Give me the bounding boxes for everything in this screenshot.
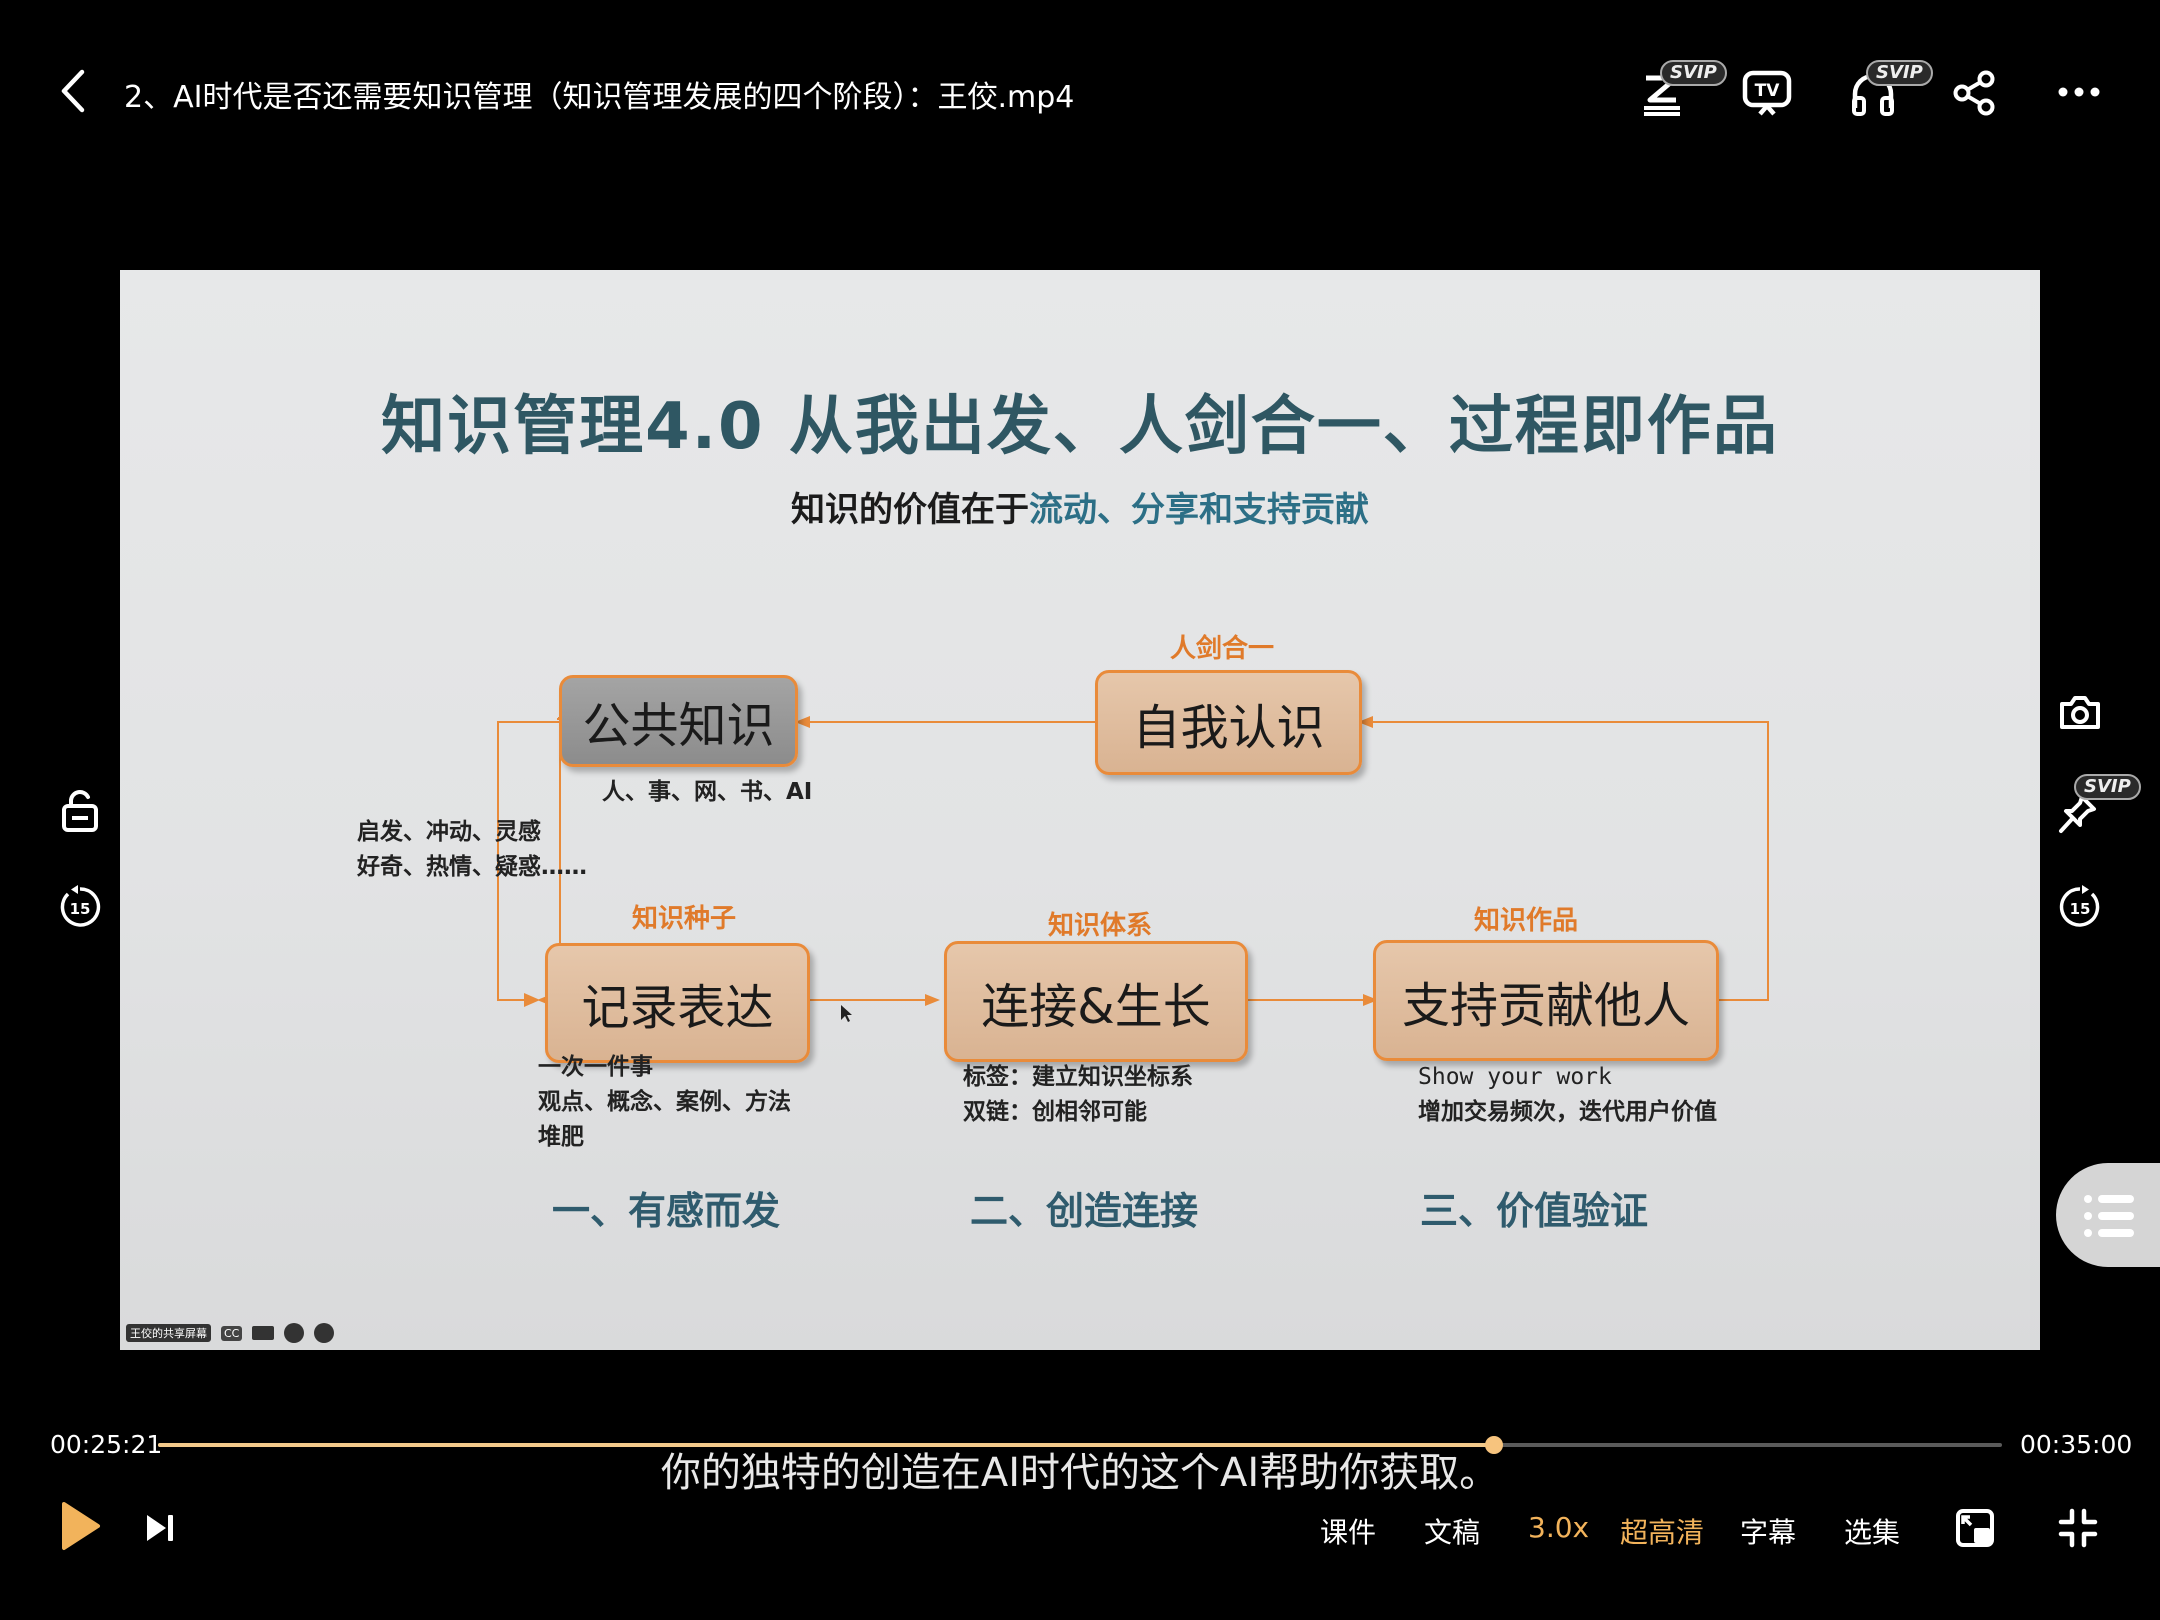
svip-badge: SVIP <box>1866 60 1933 86</box>
video-title: 2、AI时代是否还需要知识管理（知识管理发展的四个阶段）：王佼.mp4 <box>124 80 1075 115</box>
slide-subtitle: 知识的价值在于流动、分享和支持贡献 <box>120 482 2040 531</box>
list-icon <box>2084 1195 2134 1237</box>
stage-3: 三、价值验证 <box>1420 1189 1649 1233</box>
public-knowledge-box: 公共知识 <box>559 675 798 767</box>
svip-badge: SVIP <box>2074 774 2141 800</box>
play-icon[interactable] <box>58 1500 102 1552</box>
svg-text:TV: TV <box>1755 81 1781 101</box>
next-episode-icon[interactable] <box>144 1512 176 1544</box>
inspiration-note-1: 启发、冲动、灵感 <box>357 819 541 845</box>
svg-text:15: 15 <box>2070 900 2091 918</box>
lock-icon[interactable] <box>60 788 100 834</box>
stage-1: 一、有感而发 <box>552 1189 781 1233</box>
forward-15-icon[interactable]: 15 <box>2058 885 2102 929</box>
video-subtitle: 你的独特的创造在AI时代的这个AI帮助你获取。 <box>660 1450 1500 1496</box>
episodes-button[interactable]: 选集 <box>1844 1511 1900 1551</box>
speed-button[interactable]: 3.0x <box>1528 1511 1589 1544</box>
stage-2: 二、创造连接 <box>970 1189 1199 1233</box>
connect-note-1: 标签：建立知识坐标系 <box>963 1064 1193 1090</box>
tv-cast-icon[interactable]: TV <box>1742 68 1792 118</box>
inspiration-note-2: 好奇、热情、疑惑…… <box>357 854 587 880</box>
screenshot-camera-icon[interactable] <box>2058 692 2102 732</box>
support-note-1: Show your work <box>1418 1064 1612 1090</box>
connector-stub <box>498 721 560 723</box>
record-note-3: 堆肥 <box>538 1124 584 1150</box>
picture-in-picture-icon[interactable] <box>1955 1508 1995 1548</box>
more-icon[interactable] <box>2058 86 2100 98</box>
connect-note-2: 双链：创相邻可能 <box>963 1099 1147 1125</box>
share-icon[interactable] <box>1952 70 1998 116</box>
captions-button[interactable]: 字幕 <box>1740 1511 1796 1551</box>
quality-button[interactable]: 超高清 <box>1620 1511 1704 1551</box>
back-arrow-icon[interactable] <box>56 68 88 114</box>
playlist-toggle[interactable] <box>2056 1163 2160 1267</box>
record-express-box: 记录表达 <box>545 943 810 1063</box>
works-label: 知识作品 <box>1474 906 1579 936</box>
system-label: 知识体系 <box>1048 911 1153 941</box>
record-note-1: 一次一件事 <box>538 1054 653 1080</box>
subtitle-dark-part: 知识的价值在于 <box>791 490 1029 530</box>
slide-content: 知识管理4.0 从我出发、人剑合一、过程即作品 知识的价值在于流动、分享和支持贡… <box>120 270 2040 1350</box>
public-sources-note: 人、事、网、书、AI <box>602 779 813 805</box>
support-contribute-box: 支持贡献他人 <box>1373 940 1719 1061</box>
connect-grow-box: 连接&生长 <box>944 941 1248 1062</box>
screen-share-toolbar: 王佼的共享屏幕 CC <box>126 1322 335 1344</box>
share-label: 王佼的共享屏幕 <box>126 1324 211 1342</box>
svip-badge: SVIP <box>1660 60 1727 86</box>
subtitle-blue-part: 流动、分享和支持贡献 <box>1029 490 1369 530</box>
transcript-button[interactable]: 文稿 <box>1424 1511 1480 1551</box>
arrow-small-icon <box>314 1323 335 1343</box>
rewind-15-icon[interactable]: 15 <box>58 885 102 929</box>
courseware-button[interactable]: 课件 <box>1320 1511 1376 1551</box>
self-label: 人剑合一 <box>1170 634 1275 664</box>
support-note-2: 增加交易频次，迭代用户价值 <box>1418 1099 1717 1125</box>
slide-title: 知识管理4.0 从我出发、人剑合一、过程即作品 <box>381 390 1779 464</box>
seed-label: 知识种子 <box>632 904 737 934</box>
cc-icon: CC <box>221 1325 243 1341</box>
record-note-2: 观点、概念、案例、方法 <box>538 1089 791 1115</box>
exit-fullscreen-icon[interactable] <box>2058 1508 2098 1548</box>
more-small-icon <box>284 1323 305 1343</box>
connector-to-record <box>497 999 525 1001</box>
camera-small-icon <box>252 1326 275 1340</box>
self-awareness-box: 自我认识 <box>1095 670 1362 775</box>
svg-text:15: 15 <box>70 900 91 918</box>
